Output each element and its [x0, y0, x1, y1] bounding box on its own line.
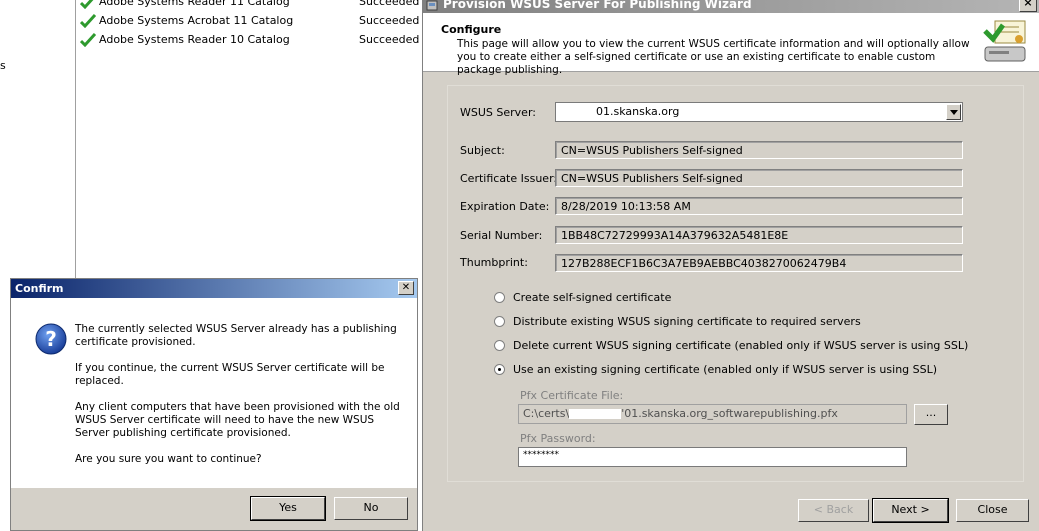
certificate-issuer-label: Certificate Issuer: [460, 172, 558, 185]
confirm-dialog: Confirm ✕ ? The currently selected WSUS … [10, 278, 418, 531]
checkmark-icon [80, 14, 96, 28]
close-icon: × [1023, 0, 1033, 9]
redacted-area [559, 106, 591, 118]
yes-button[interactable]: Yes [250, 496, 326, 521]
option-label: Delete current WSUS signing certificate … [513, 339, 969, 352]
catalog-status: Succeeded [359, 33, 420, 46]
confirm-message-1: The currently selected WSUS Server alrea… [75, 323, 397, 348]
confirm-close-button[interactable]: ✕ [398, 281, 414, 295]
wsus-server-value: 01.skanska.org [596, 105, 680, 118]
option-label: Use an existing signing certificate (ena… [513, 363, 938, 376]
catalog-name: Adobe Systems Acrobat 11 Catalog [99, 14, 294, 27]
list-item[interactable]: Adobe Systems Reader 11 Catalog Succeede… [80, 0, 420, 12]
page-title: Configure [441, 23, 502, 36]
confirm-button-bar: Yes No [11, 488, 417, 530]
list-item[interactable]: Adobe Systems Reader 10 Catalog Succeede… [80, 31, 420, 50]
chevron-down-icon [950, 110, 958, 115]
list-item[interactable]: Adobe Systems Acrobat 11 Catalog Succeed… [80, 12, 420, 31]
confirm-message-4: Are you sure you want to continue? [75, 453, 262, 465]
catalog-status: Succeeded [359, 0, 420, 8]
wizard-app-icon [426, 0, 438, 11]
question-icon: ? [35, 323, 67, 355]
catalog-status: Succeeded [359, 14, 420, 27]
certificate-issuer-field: CN=WSUS Publishers Self-signed [555, 169, 963, 187]
tree-label-fragment: s [0, 59, 6, 72]
page-description: This page will allow you to view the cur… [457, 38, 970, 76]
radio-button-selected[interactable] [494, 364, 505, 375]
thumbprint-label: Thumbprint: [460, 256, 528, 269]
expiration-date-label: Expiration Date: [460, 200, 550, 213]
certificate-server-icon [983, 20, 1026, 62]
confirm-titlebar[interactable]: Confirm ✕ [11, 279, 417, 298]
option-label: Distribute existing WSUS signing certifi… [513, 315, 861, 328]
close-button[interactable]: Close [956, 499, 1029, 522]
thumbprint-field: 127B288ECF1B6C3A7EB9AEBBC4038270062479B4 [555, 254, 963, 272]
radio-button[interactable] [494, 340, 505, 351]
catalog-name: Adobe Systems Reader 10 Catalog [99, 33, 290, 46]
browse-button[interactable]: ... [914, 404, 948, 425]
catalog-name: Adobe Systems Reader 11 Catalog [99, 0, 290, 8]
confirm-message-2: If you continue, the current WSUS Server… [75, 362, 385, 387]
pfx-path-prefix: C:\certs\ [523, 407, 570, 420]
next-button[interactable]: Next > [872, 498, 949, 523]
expiration-date-field: 8/28/2019 10:13:58 AM [555, 197, 963, 215]
pfx-path-suffix: '01.skanska.org_softwarepublishing.pfx [621, 407, 838, 420]
no-button[interactable]: No [334, 497, 408, 520]
dropdown-button[interactable] [946, 104, 961, 120]
svg-text:?: ? [45, 327, 57, 351]
close-icon: ✕ [401, 282, 411, 293]
subject-label: Subject: [460, 144, 505, 157]
checkmark-icon [80, 0, 94, 9]
wsus-server-label: WSUS Server: [460, 106, 536, 119]
radio-button[interactable] [494, 316, 505, 327]
confirm-title: Confirm [15, 282, 64, 295]
checkmark-icon [80, 33, 96, 47]
subject-field: CN=WSUS Publishers Self-signed [555, 141, 963, 159]
pfx-file-label: Pfx Certificate File: [520, 389, 624, 402]
option-label: Create self-signed certificate [513, 291, 672, 304]
pfx-file-input[interactable]: C:\certs\ '01.skanska.org_softwarepublish… [518, 404, 907, 424]
wsus-server-dropdown[interactable]: 01.skanska.org [555, 102, 963, 122]
wizard-close-button[interactable]: × [1019, 0, 1037, 12]
serial-number-label: Serial Number: [460, 229, 543, 242]
provision-wizard-window: Provision WSUS Server For Publishing Wiz… [422, 0, 1039, 531]
wizard-titlebar[interactable]: Provision WSUS Server For Publishing Wiz… [423, 0, 1039, 13]
pfx-password-input[interactable]: ******** [518, 447, 907, 467]
back-button[interactable]: < Back [798, 499, 869, 522]
radio-button[interactable] [494, 292, 505, 303]
pfx-password-label: Pfx Password: [520, 432, 596, 445]
wizard-title: Provision WSUS Server For Publishing Wiz… [443, 0, 752, 11]
confirm-message-3: Any client computers that have been prov… [75, 401, 400, 439]
configure-panel: WSUS Server: 01.skanska.org Subject: CN=… [447, 85, 1024, 482]
serial-number-field: 1BB48C72729993A14A379632A5481E8E [555, 226, 963, 244]
wizard-header: Configure This page will allow you to vi… [423, 13, 1039, 76]
redacted-area [569, 409, 622, 419]
